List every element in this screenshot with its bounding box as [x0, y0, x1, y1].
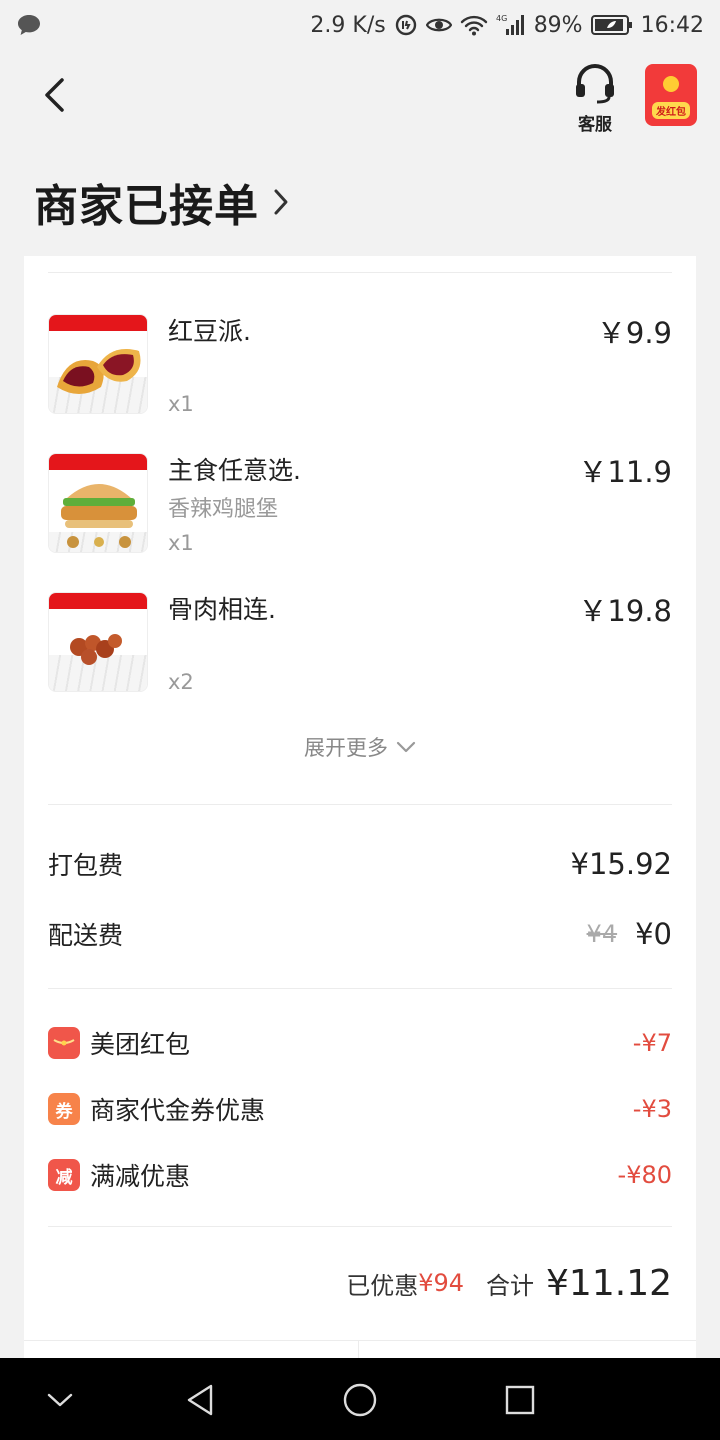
item-name: 主食任意选. — [168, 456, 301, 485]
item-thumbnail — [48, 592, 148, 692]
hide-nav-button[interactable] — [38, 1378, 82, 1422]
order-status-title: 商家已接单 — [34, 181, 259, 232]
discount-value: -¥7 — [632, 1029, 672, 1057]
order-total-row: 已优惠 ¥94 合计 ¥11.12 — [48, 1258, 672, 1308]
divider — [48, 988, 672, 989]
packing-fee-label: 打包费 — [48, 851, 124, 880]
chevron-down-icon — [47, 1393, 73, 1407]
system-navigation-bar — [0, 1358, 720, 1440]
nav-back-button[interactable] — [178, 1378, 222, 1422]
eye-comfort-icon — [425, 15, 452, 35]
item-quantity: x2 — [168, 670, 194, 694]
saved-label: 已优惠 — [346, 1271, 419, 1300]
back-button[interactable] — [30, 70, 80, 120]
order-detail-card: 红豆派. x1 ￥9.9 主食任意选. 香辣鸡腿堡 x1 ￥11.9 骨肉相连.… — [24, 256, 696, 1361]
packing-fee-row: 打包费 ¥15.92 — [48, 844, 672, 884]
voucher-icon: 券 — [48, 1093, 80, 1125]
discount-value: -¥3 — [632, 1095, 672, 1123]
data-saver-icon — [394, 13, 418, 37]
item-quantity: x1 — [168, 531, 194, 555]
send-red-packet-button[interactable]: 发红包 — [645, 64, 697, 126]
nav-recents-button[interactable] — [498, 1378, 542, 1422]
square-recents-icon — [505, 1385, 535, 1415]
send-red-packet-label: 发红包 — [652, 102, 690, 119]
total-value: ¥11.12 — [546, 1262, 672, 1304]
discount-row-full-reduction: 减 满减优惠 -¥80 — [48, 1155, 672, 1195]
discount-label: 商家代金券优惠 — [90, 1096, 266, 1125]
item-spec: 香辣鸡腿堡 — [168, 497, 279, 522]
action-button-row — [24, 1340, 696, 1361]
item-name: 骨肉相连. — [168, 595, 276, 624]
customer-service-button[interactable]: 客服 — [566, 64, 624, 135]
expand-more-button[interactable]: 展开更多 — [24, 732, 696, 762]
chevron-left-icon — [45, 78, 64, 112]
delivery-fee-original: ¥4 — [586, 920, 618, 948]
discount-label: 满减优惠 — [90, 1162, 191, 1191]
chevron-down-icon — [396, 741, 416, 753]
circle-home-icon — [343, 1383, 377, 1417]
discount-label: 美团红包 — [90, 1030, 191, 1059]
item-price: ￥19.8 — [578, 594, 672, 628]
discount-row-merchant-voucher: 券 商家代金券优惠 -¥3 — [48, 1089, 672, 1129]
discount-value: -¥80 — [617, 1161, 672, 1189]
status-bar: 2.9 K/s 4G 89% 16:42 — [0, 0, 720, 50]
divider — [48, 1226, 672, 1227]
cellular-signal-icon: 4G — [496, 13, 526, 37]
item-price: ￥9.9 — [596, 316, 672, 350]
customer-service-label: 客服 — [578, 115, 612, 135]
delivery-fee-value: ¥0 — [635, 917, 672, 951]
expand-more-label: 展开更多 — [304, 736, 388, 760]
triangle-back-icon — [187, 1384, 213, 1416]
wifi-icon — [460, 14, 488, 36]
order-item[interactable]: 骨肉相连. x2 ￥19.8 — [48, 592, 672, 702]
red-packet-icon — [48, 1027, 80, 1059]
item-thumbnail — [48, 453, 148, 553]
order-status-link[interactable]: 商家已接单 — [34, 172, 289, 232]
red-packet-coin-icon — [663, 76, 679, 92]
svg-text:4G: 4G — [496, 14, 507, 23]
total-label: 合计 — [486, 1271, 535, 1300]
clock: 16:42 — [640, 12, 704, 38]
item-name: 红豆派. — [168, 317, 251, 346]
discount-row-meituan-red-packet: 美团红包 -¥7 — [48, 1023, 672, 1063]
headset-icon — [576, 64, 614, 104]
network-speed: 2.9 K/s — [310, 12, 386, 38]
divider — [48, 272, 672, 273]
chevron-right-icon — [273, 188, 289, 216]
app-bar: 客服 发红包 — [0, 50, 720, 150]
saved-value: ¥94 — [418, 1269, 465, 1297]
item-quantity: x1 — [168, 392, 194, 416]
nav-home-button[interactable] — [338, 1378, 382, 1422]
item-thumbnail — [48, 314, 148, 414]
battery-percent: 89% — [533, 12, 583, 38]
order-item[interactable]: 主食任意选. 香辣鸡腿堡 x1 ￥11.9 — [48, 453, 672, 563]
delivery-fee-label: 配送费 — [48, 921, 124, 950]
battery-icon — [590, 14, 633, 36]
reduction-icon: 减 — [48, 1159, 80, 1191]
message-notification-icon — [16, 13, 42, 37]
delivery-fee-row: 配送费 ¥4 ¥0 — [48, 914, 672, 954]
item-price: ￥11.9 — [578, 455, 672, 489]
packing-fee-value: ¥15.92 — [570, 847, 672, 881]
divider — [48, 804, 672, 805]
order-item[interactable]: 红豆派. x1 ￥9.9 — [48, 314, 672, 424]
